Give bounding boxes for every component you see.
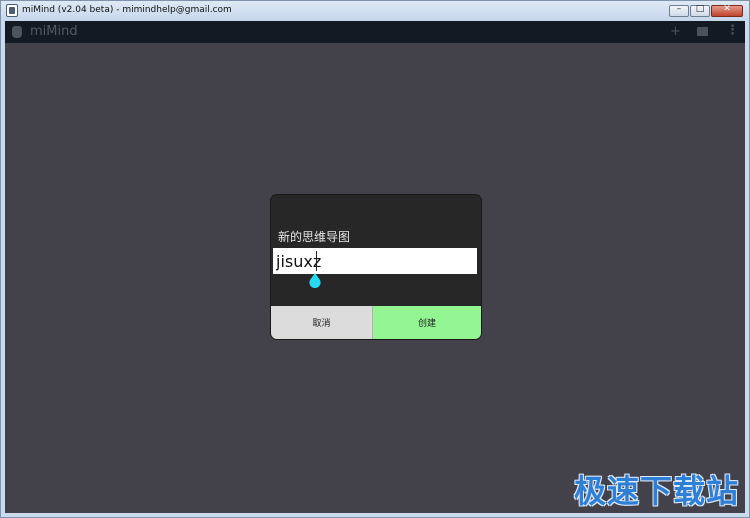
window-controls: – □ ✕ bbox=[668, 4, 743, 17]
app-canvas[interactable]: miMind + ⋮ 新的思维导图 取消 创建 bbox=[5, 21, 745, 513]
window-titlebar[interactable]: miMind (v2.04 beta) - mimindhelp@gmail.c… bbox=[1, 1, 749, 21]
add-icon[interactable]: + bbox=[670, 24, 681, 39]
window-title: miMind (v2.04 beta) - mimindhelp@gmail.c… bbox=[22, 5, 232, 15]
cancel-button[interactable]: 取消 bbox=[271, 306, 373, 339]
close-button[interactable]: ✕ bbox=[711, 4, 743, 17]
text-caret bbox=[316, 251, 317, 271]
more-vert-icon[interactable]: ⋮ bbox=[726, 23, 739, 38]
logo-icon bbox=[12, 26, 22, 38]
app-toolbar: miMind + ⋮ bbox=[5, 21, 745, 43]
maximize-icon: □ bbox=[695, 4, 705, 14]
create-button[interactable]: 创建 bbox=[373, 306, 481, 339]
app-window: miMind (v2.04 beta) - mimindhelp@gmail.c… bbox=[0, 0, 750, 518]
text-cursor-handle-icon[interactable] bbox=[308, 273, 322, 289]
minimize-button[interactable]: – bbox=[669, 4, 689, 17]
app-title: miMind bbox=[30, 24, 78, 39]
minimize-icon: – bbox=[676, 4, 682, 14]
new-mindmap-dialog: 新的思维导图 取消 创建 bbox=[271, 195, 481, 339]
dialog-title: 新的思维导图 bbox=[278, 230, 351, 244]
maximize-button[interactable]: □ bbox=[690, 4, 710, 17]
close-icon: ✕ bbox=[723, 4, 731, 14]
app-icon bbox=[6, 4, 18, 17]
folder-icon[interactable] bbox=[697, 27, 708, 36]
mindmap-name-input[interactable] bbox=[273, 248, 477, 274]
watermark-logo: 极速下载站 bbox=[574, 472, 740, 510]
